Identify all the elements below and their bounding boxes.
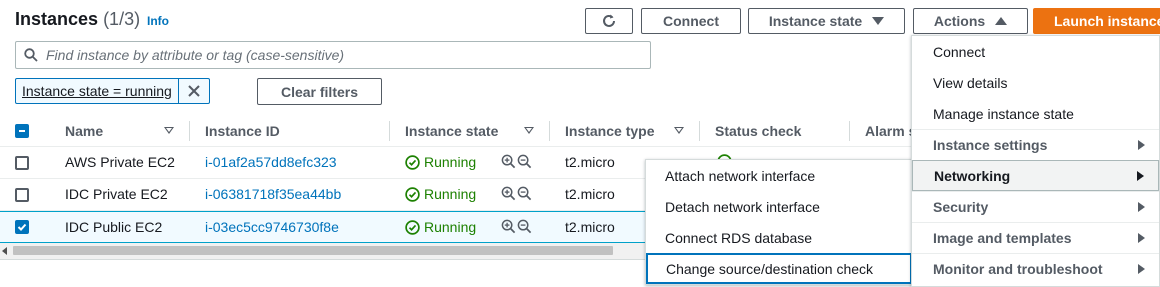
instance-type: t2.micro [565, 154, 615, 170]
column-divider[interactable] [189, 121, 190, 141]
row-checkbox[interactable] [15, 188, 29, 202]
instance-name: AWS Private EC2 [65, 154, 175, 170]
zoom-in-icon[interactable] [501, 186, 516, 201]
column-header-instance-type[interactable]: Instance type [565, 123, 654, 139]
search-box[interactable] [15, 41, 651, 69]
sort-icon[interactable] [524, 127, 534, 134]
row-checkbox[interactable] [15, 156, 29, 170]
zoom-controls [501, 186, 532, 201]
instance-name: IDC Private EC2 [65, 186, 168, 202]
filter-token-label[interactable]: Instance state = running [16, 79, 179, 103]
zoom-in-icon[interactable] [501, 219, 516, 234]
caret-down-icon [872, 17, 885, 25]
caret-right-icon [1137, 171, 1144, 181]
caret-right-icon [1138, 140, 1145, 150]
check-circle-icon [405, 186, 420, 202]
networking-submenu: Attach network interface Detach network … [645, 159, 913, 285]
menu-item-image-and-templates[interactable]: Image and templates [912, 222, 1159, 253]
instance-id-link[interactable]: i-03ec5cc9746730f8e [205, 219, 339, 235]
menu-item-view-details[interactable]: View details [912, 67, 1159, 98]
close-icon [188, 85, 200, 97]
check-circle-icon [405, 154, 420, 170]
selection-count: (1/3) [103, 9, 141, 29]
column-divider[interactable] [549, 121, 550, 141]
column-header-name[interactable]: Name [65, 123, 103, 139]
checkmark-icon [17, 223, 27, 231]
connect-button[interactable]: Connect [641, 8, 741, 34]
zoom-controls [501, 219, 532, 234]
column-header-instance-state[interactable]: Instance state [405, 123, 498, 139]
menu-item-label: Security [933, 199, 989, 215]
zoom-in-icon[interactable] [501, 154, 516, 169]
instance-state-button[interactable]: Instance state [748, 8, 905, 34]
instance-id-link[interactable]: i-06381718f35ea44bb [205, 186, 341, 202]
info-link[interactable]: Info [147, 14, 169, 28]
menu-item-monitor-and-troubleshoot[interactable]: Monitor and troubleshoot [912, 253, 1159, 284]
horizontal-scrollbar[interactable] [0, 243, 645, 259]
column-header-alarm-status[interactable]: Alarm s [865, 123, 916, 139]
actions-label: Actions [933, 13, 986, 29]
zoom-out-icon[interactable] [517, 154, 532, 169]
instance-state-text: Running [424, 154, 477, 170]
column-divider[interactable] [389, 121, 390, 141]
menu-item-security[interactable]: Security [912, 191, 1159, 222]
caret-right-icon [1138, 264, 1145, 274]
instance-state: Running [405, 186, 476, 202]
menu-item-label: Instance settings [933, 137, 1048, 153]
check-circle-icon [405, 219, 420, 235]
instance-state-text: Running [424, 186, 477, 202]
menu-item-attach-network-interface[interactable]: Attach network interface [646, 160, 912, 191]
caret-right-icon [1138, 202, 1145, 212]
page-title-text: Instances [15, 9, 99, 29]
zoom-out-icon[interactable] [517, 186, 532, 201]
refresh-button[interactable] [585, 8, 633, 34]
row-checkbox[interactable] [15, 220, 29, 234]
menu-item-connect-rds-database[interactable]: Connect RDS database [646, 222, 912, 253]
column-header-status-check[interactable]: Status check [715, 123, 801, 139]
menu-item-instance-settings[interactable]: Instance settings [912, 129, 1159, 160]
menu-item-detach-network-interface[interactable]: Detach network interface [646, 191, 912, 222]
caret-right-icon [1138, 233, 1145, 243]
zoom-controls [501, 154, 532, 169]
filter-token: Instance state = running [15, 78, 210, 104]
zoom-out-icon[interactable] [517, 219, 532, 234]
actions-button[interactable]: Actions [913, 8, 1028, 34]
table-header: Name Instance ID Instance state Instance… [0, 117, 916, 147]
caret-up-icon [995, 17, 1008, 25]
instance-state: Running [405, 219, 476, 235]
page-title: Instances (1/3) [15, 9, 140, 30]
sort-icon[interactable] [674, 127, 684, 134]
column-header-instance-id[interactable]: Instance ID [205, 123, 280, 139]
menu-item-connect[interactable]: Connect [912, 36, 1159, 67]
sort-icon[interactable] [164, 127, 174, 134]
instance-name: IDC Public EC2 [65, 219, 163, 235]
select-all-checkbox[interactable] [15, 124, 29, 138]
remove-filter-button[interactable] [179, 79, 209, 103]
refresh-icon [603, 14, 615, 27]
search-icon [24, 48, 38, 62]
launch-instances-button[interactable]: Launch instances [1033, 8, 1160, 34]
instance-state-text: Running [424, 219, 477, 235]
menu-item-label: Monitor and troubleshoot [933, 261, 1103, 277]
scroll-left-arrow-icon[interactable] [2, 247, 7, 255]
column-divider[interactable] [699, 121, 700, 141]
instance-type: t2.micro [565, 219, 615, 235]
menu-item-manage-instance-state[interactable]: Manage instance state [912, 98, 1159, 129]
search-input[interactable] [46, 47, 626, 63]
menu-item-label: Networking [934, 167, 1011, 184]
scrollbar-thumb[interactable] [13, 246, 613, 255]
instance-type: t2.micro [565, 186, 615, 202]
menu-item-change-source-destination-check[interactable]: Change source/destination check [646, 253, 912, 284]
clear-filters-button[interactable]: Clear filters [257, 78, 382, 105]
instance-state-label: Instance state [768, 13, 863, 29]
instance-id-link[interactable]: i-01af2a57dd8efc323 [205, 154, 337, 170]
menu-item-networking[interactable]: Networking [912, 160, 1159, 191]
actions-menu: Connect View details Manage instance sta… [911, 35, 1160, 287]
column-divider[interactable] [849, 121, 850, 141]
menu-item-label: Image and templates [933, 230, 1072, 246]
instance-state: Running [405, 154, 476, 170]
